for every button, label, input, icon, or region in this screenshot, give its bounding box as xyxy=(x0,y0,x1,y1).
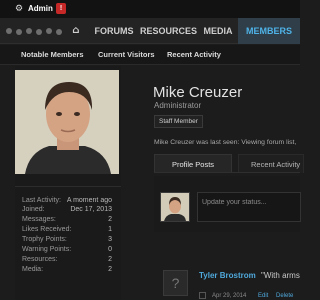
stat-label-likes: Likes Received: xyxy=(22,226,72,233)
profile-name: Mike Creuzer xyxy=(153,84,243,101)
gear-icon[interactable]: ⚙ xyxy=(15,3,23,15)
nav-tab-resources[interactable]: RESOURCES xyxy=(140,18,197,44)
site-logo[interactable] xyxy=(6,28,62,36)
status-avatar xyxy=(160,192,190,222)
stat-label-warning-points: Warning Points: xyxy=(22,246,72,253)
stat-value-likes: 1 xyxy=(108,226,112,233)
unknown-user-icon[interactable]: ? xyxy=(163,270,188,296)
stat-label-trophy-points: Trophy Points: xyxy=(22,236,67,243)
tab-recent-activity[interactable]: Recent Activity xyxy=(238,154,304,173)
admin-bar: ⚙ Admin ! xyxy=(0,0,300,18)
stat-label-joined: Joined: xyxy=(22,206,45,213)
stat-value-media[interactable]: 2 xyxy=(108,265,112,274)
stat-value-last-activity: A moment ago xyxy=(66,197,112,204)
nav-tab-members[interactable]: MEMBERS xyxy=(238,18,300,44)
status-input[interactable] xyxy=(197,192,301,222)
subnav-recent-activity[interactable]: Recent Activity xyxy=(167,45,221,65)
admin-link[interactable]: Admin xyxy=(28,3,53,15)
stat-value-joined: Dec 17, 2013 xyxy=(70,206,112,213)
main-nav: ⌂ FORUMS RESOURCES MEDIA MEMBERS xyxy=(0,18,300,44)
last-seen-text: Mike Creuzer was last seen: Viewing foru… xyxy=(154,139,297,146)
post-author-link[interactable]: Tyler Brostrom xyxy=(199,271,256,281)
post-edit-link[interactable]: Edit xyxy=(258,292,268,300)
avatar[interactable] xyxy=(15,70,119,174)
subnav-notable-members[interactable]: Notable Members xyxy=(21,45,84,65)
stat-label-resources: Resources: xyxy=(22,256,58,263)
stat-value-resources[interactable]: 2 xyxy=(108,255,112,264)
stat-label-messages: Messages: xyxy=(22,216,56,223)
post-text: "With arms xyxy=(261,271,300,280)
stat-value-messages[interactable]: 2 xyxy=(108,215,112,224)
status-avatar-photo xyxy=(161,193,189,221)
stat-value-trophy-points[interactable]: 3 xyxy=(108,235,112,244)
nav-tab-forums[interactable]: FORUMS xyxy=(92,18,136,44)
stat-value-warning-points: 0 xyxy=(108,246,112,253)
post-date[interactable]: Apr 29, 2014 xyxy=(212,292,246,300)
profile-title: Administrator xyxy=(154,101,202,110)
alert-badge-icon[interactable]: ! xyxy=(56,3,66,14)
staff-badge: Staff Member xyxy=(154,115,203,128)
stat-label-media: Media: xyxy=(22,266,44,273)
post-delete-link[interactable]: Delete xyxy=(276,292,293,300)
sidebar-divider xyxy=(15,186,121,187)
post-select-checkbox[interactable] xyxy=(199,292,206,299)
tab-divider xyxy=(154,172,300,173)
nav-tab-media[interactable]: MEDIA xyxy=(200,18,236,44)
stat-label-last-activity: Last Activity: xyxy=(22,197,61,204)
subnav-current-visitors[interactable]: Current Visitors xyxy=(98,45,155,65)
avatar-photo xyxy=(15,70,119,174)
sub-nav: Notable Members Current Visitors Recent … xyxy=(0,45,300,65)
home-icon[interactable]: ⌂ xyxy=(66,18,86,44)
tab-profile-posts[interactable]: Profile Posts xyxy=(154,154,232,173)
